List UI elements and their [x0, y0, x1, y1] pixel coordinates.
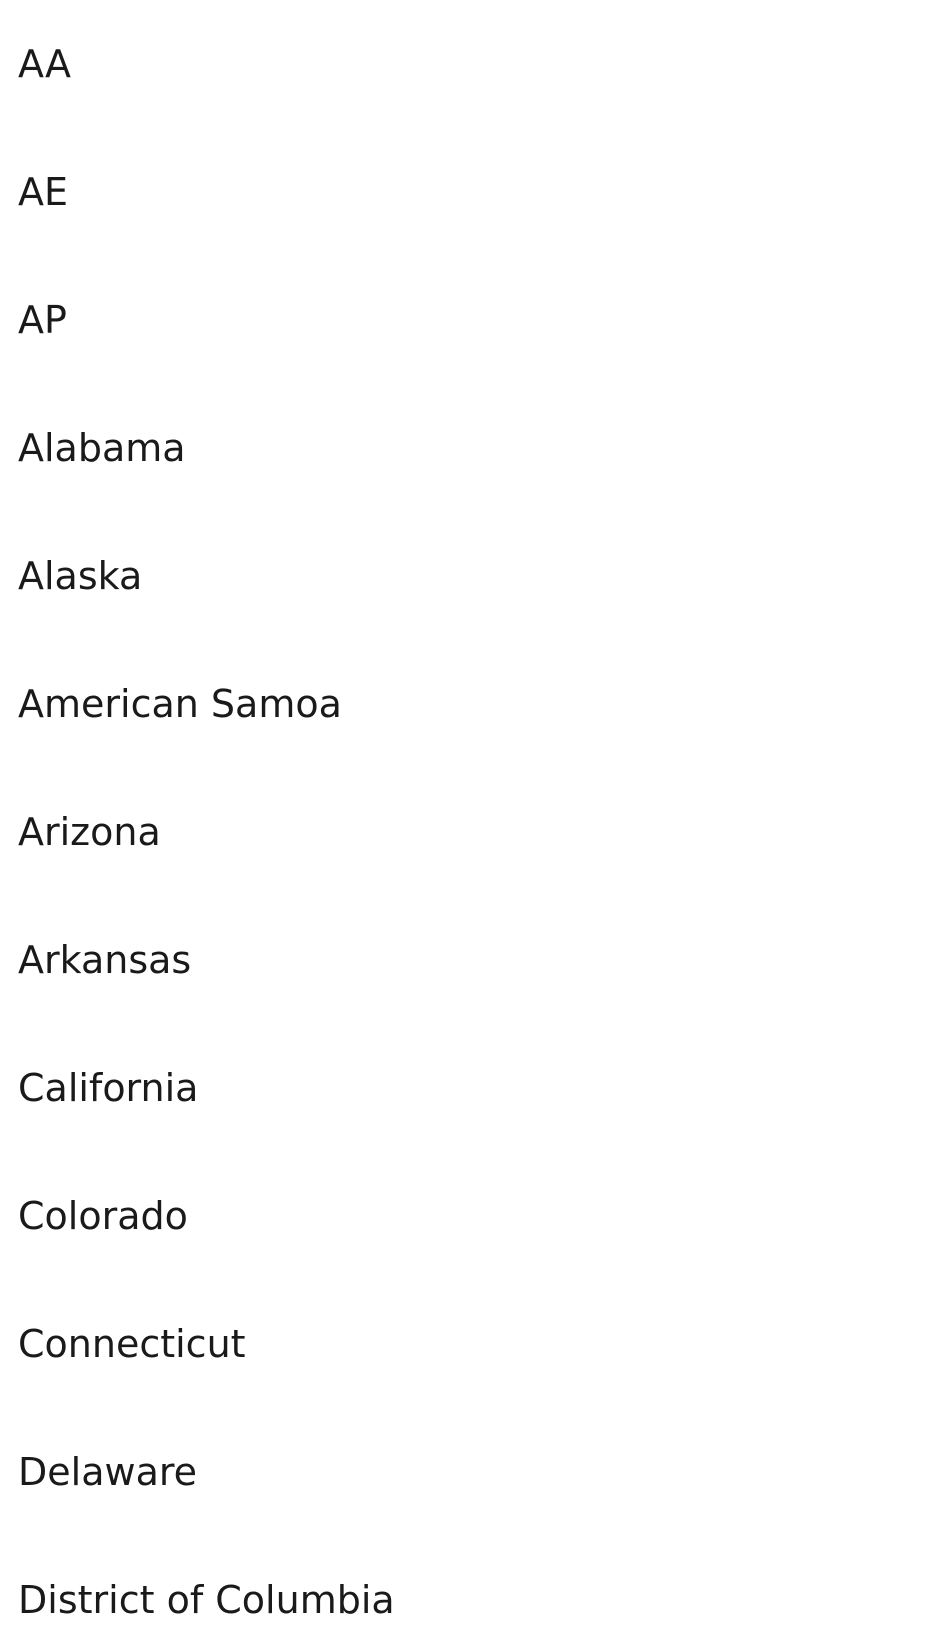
list-item-label: Alaska — [18, 554, 143, 598]
list-item-label: AP — [18, 298, 67, 342]
list-item-arkansas[interactable]: Arkansas — [0, 896, 934, 1024]
list-item-label: Connecticut — [18, 1322, 246, 1366]
list-item-delaware[interactable]: Delaware — [0, 1408, 934, 1536]
list-item-label: AE — [18, 170, 69, 214]
list-item-label: AA — [18, 42, 72, 86]
list-item-alabama[interactable]: Alabama — [0, 384, 934, 512]
list-item-ae[interactable]: AE — [0, 128, 934, 256]
list-item-label: Arizona — [18, 810, 161, 854]
list-item-label: Colorado — [18, 1194, 188, 1238]
list-item-label: Alabama — [18, 426, 186, 470]
list-item-label: District of Columbia — [18, 1578, 395, 1622]
list-item-aa[interactable]: AA — [0, 0, 934, 128]
list-item-american-samoa[interactable]: American Samoa — [0, 640, 934, 768]
list-item-label: Arkansas — [18, 938, 192, 982]
list-item-colorado[interactable]: Colorado — [0, 1152, 934, 1280]
list-item-label: Delaware — [18, 1450, 198, 1494]
list-item-arizona[interactable]: Arizona — [0, 768, 934, 896]
list-item-ap[interactable]: AP — [0, 256, 934, 384]
list-item-label: American Samoa — [18, 682, 342, 726]
state-list: AA AE AP Alabama Alaska American Samoa A… — [0, 0, 934, 1639]
list-item-alaska[interactable]: Alaska — [0, 512, 934, 640]
list-item-label: California — [18, 1066, 199, 1110]
list-item-california[interactable]: California — [0, 1024, 934, 1152]
list-item-district-of-columbia[interactable]: District of Columbia — [0, 1536, 934, 1639]
list-item-connecticut[interactable]: Connecticut — [0, 1280, 934, 1408]
